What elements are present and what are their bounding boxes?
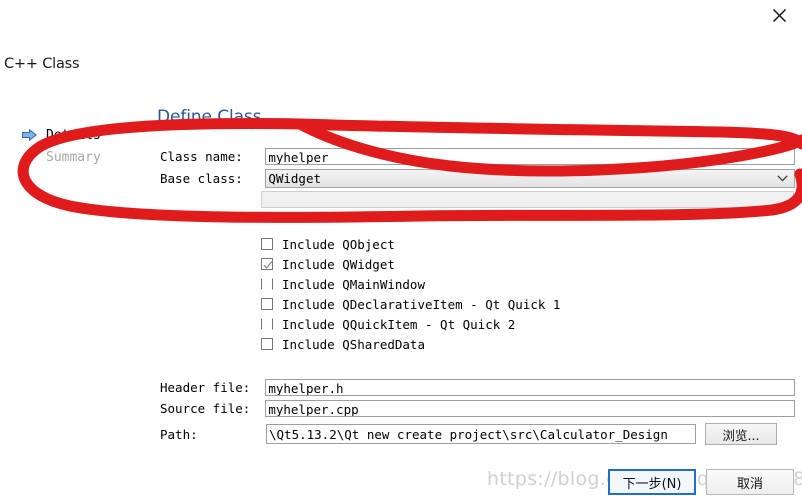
checkbox-label: Include QDeclarativeItem - Qt Quick 1 — [282, 296, 561, 312]
checkbox-label: Include QSharedData — [282, 336, 425, 352]
nav-item-label: Summary — [46, 149, 101, 165]
check-icon — [263, 258, 273, 270]
header-file-input[interactable]: myhelper.h — [265, 379, 795, 396]
include-options-list: Include QObject Include QWidget Include … — [261, 234, 560, 354]
checkbox-qshareddata[interactable] — [261, 338, 273, 350]
nav-item-label: Details — [46, 127, 101, 143]
wizard-title: C++ Class — [4, 56, 80, 72]
close-button[interactable] — [756, 0, 802, 30]
checkbox-qquickitem[interactable] — [261, 318, 273, 330]
header-file-row: Header file: myhelper.h — [155, 379, 795, 396]
wizard-nav: Details Summary — [22, 124, 142, 168]
source-file-label: Source file: — [160, 401, 251, 416]
source-file-input[interactable]: myhelper.cpp — [265, 400, 795, 417]
path-input[interactable]: \Qt5.13.2\Qt new create project\src\Calc… — [266, 424, 696, 444]
class-name-input[interactable]: myhelper — [265, 148, 795, 165]
cpp-class-wizard-dialog: C++ Class Details Summary Define Class C… — [0, 0, 802, 500]
base-class-label: Base class: — [160, 171, 243, 186]
checkbox-row[interactable]: Include QQuickItem - Qt Quick 2 — [261, 314, 560, 334]
base-class-row: Base class: QWidget — [155, 169, 795, 188]
next-button[interactable]: 下一步(N) — [608, 469, 696, 495]
checkbox-qmainwindow[interactable] — [261, 278, 273, 290]
checkbox-row[interactable]: Include QDeclarativeItem - Qt Quick 1 — [261, 294, 560, 314]
dialog-footer: 下一步(N) 取消 — [608, 469, 794, 495]
base-class-value: QWidget — [268, 170, 322, 186]
header-file-label: Header file: — [160, 380, 251, 395]
checkbox-row[interactable]: Include QWidget — [261, 254, 560, 274]
checkbox-row[interactable]: Include QObject — [261, 234, 560, 254]
class-name-row: Class name: myhelper — [155, 148, 795, 165]
checkbox-label: Include QObject — [282, 236, 395, 252]
checkbox-label: Include QMainWindow — [282, 276, 425, 292]
checkbox-qdeclarativeitem[interactable] — [261, 298, 273, 310]
checkbox-qobject[interactable] — [261, 238, 273, 250]
class-name-label: Class name: — [160, 149, 243, 164]
checkbox-label: Include QWidget — [282, 256, 395, 272]
path-row: Path: \Qt5.13.2\Qt new create project\sr… — [155, 423, 795, 445]
base-class-combobox[interactable]: QWidget — [265, 169, 795, 188]
page-title: Define Class — [157, 107, 262, 127]
constructor-options-field — [261, 191, 794, 208]
checkbox-row[interactable]: Include QMainWindow — [261, 274, 560, 294]
close-icon — [772, 8, 787, 23]
checkbox-qwidget[interactable] — [261, 258, 273, 270]
path-label: Path: — [160, 426, 198, 442]
cancel-button[interactable]: 取消 — [706, 469, 794, 495]
chevron-down-icon — [777, 175, 792, 182]
arrow-right-icon — [22, 129, 40, 141]
nav-item-details[interactable]: Details — [22, 124, 142, 146]
source-file-row: Source file: myhelper.cpp — [155, 400, 795, 417]
checkbox-row[interactable]: Include QSharedData — [261, 334, 560, 354]
browse-button[interactable]: 浏览... — [705, 423, 777, 445]
nav-item-summary[interactable]: Summary — [22, 146, 142, 168]
checkbox-label: Include QQuickItem - Qt Quick 2 — [282, 316, 516, 332]
